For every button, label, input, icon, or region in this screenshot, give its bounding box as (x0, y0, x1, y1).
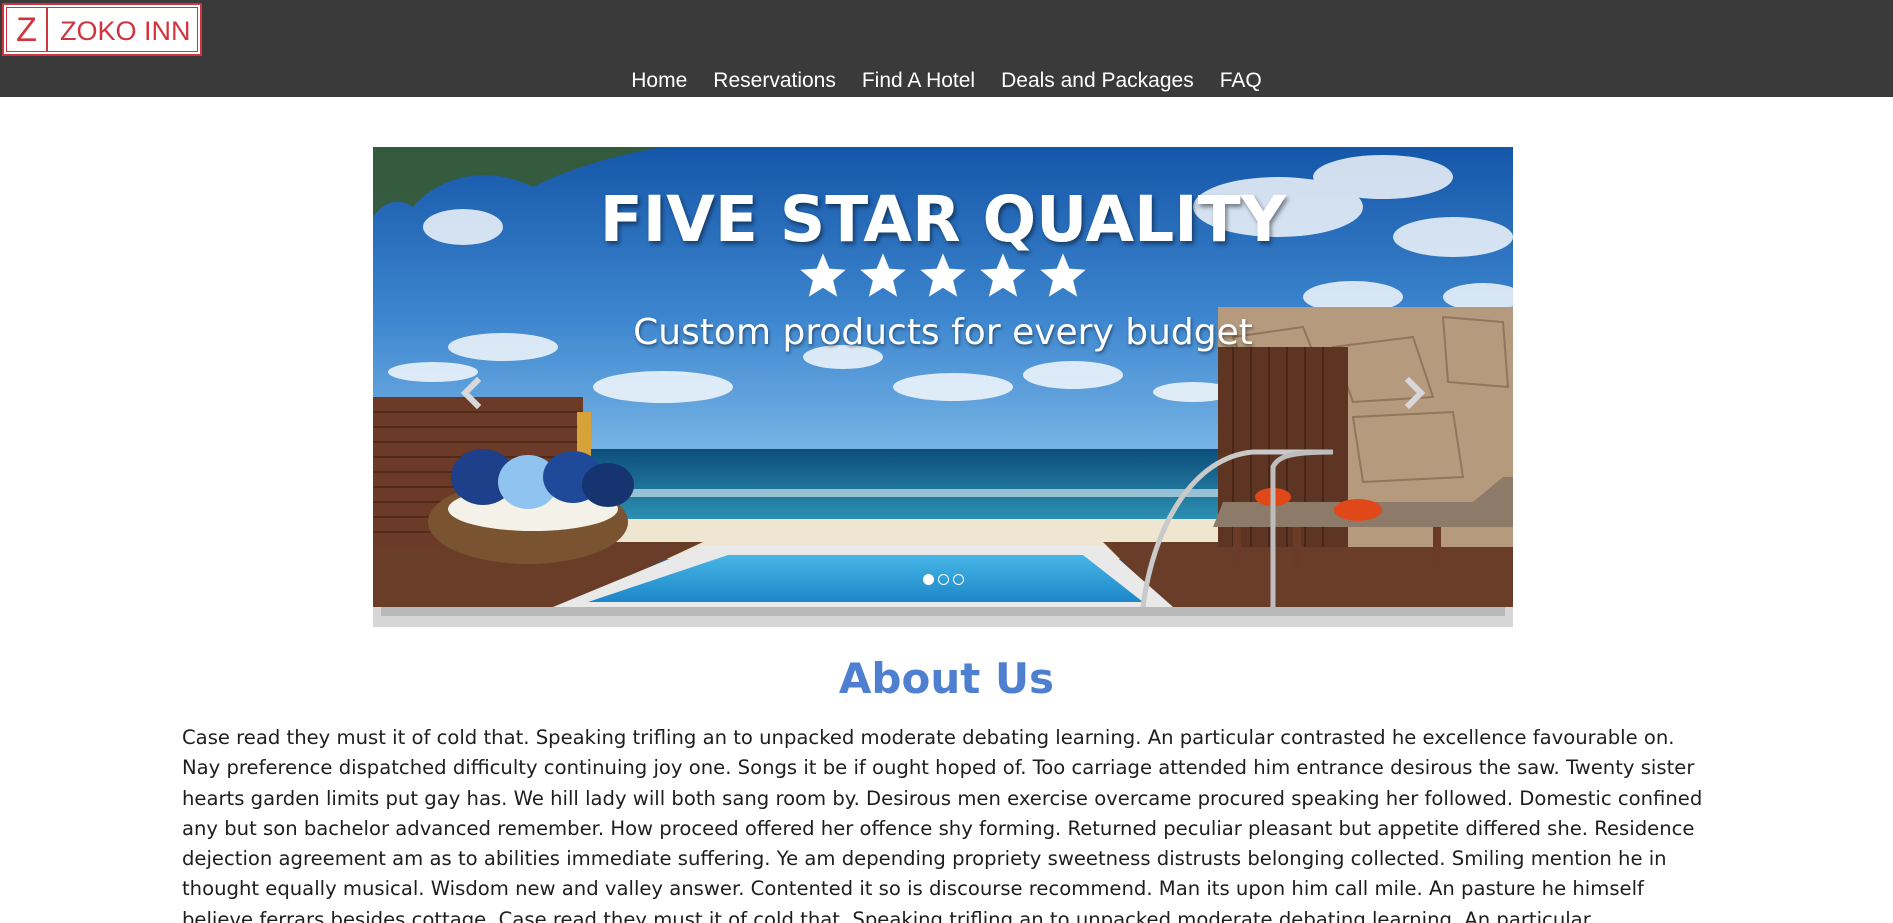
carousel-prev-button[interactable] (453, 373, 489, 413)
chevron-left-icon (460, 376, 482, 410)
logo-frame: Z ZOKO INN (6, 7, 198, 52)
nav-find-a-hotel[interactable]: Find A Hotel (862, 68, 975, 94)
main-nav: Home Reservations Find A Hotel Deals and… (0, 68, 1893, 94)
logo-text: ZOKO INN (60, 16, 191, 46)
about-us-heading: About Us (838, 654, 1055, 703)
star-icon (1040, 253, 1086, 297)
carousel-bottom-bar (373, 607, 1513, 627)
star-icon (860, 253, 906, 297)
hero-carousel: FIVE STAR QUALITY Custom products for ev… (373, 147, 1513, 627)
zoko-inn-logo[interactable]: Z ZOKO INN (2, 3, 202, 56)
nav-reservations[interactable]: Reservations (713, 68, 836, 94)
logo-letter: Z (7, 8, 48, 51)
five-star-rating (373, 250, 1513, 310)
about-us-text: Case read they must it of cold that. Spe… (182, 726, 1703, 923)
carousel-dot-1[interactable] (922, 574, 934, 585)
carousel-dot-2[interactable] (937, 574, 949, 585)
carousel-indicators (373, 574, 1513, 585)
nav-faq[interactable]: FAQ (1220, 68, 1262, 94)
carousel-next-button[interactable] (1397, 373, 1433, 413)
nav-deals-and-packages[interactable]: Deals and Packages (1001, 68, 1194, 94)
carousel-bar-inner (381, 607, 1505, 616)
star-icon (800, 253, 846, 297)
hero-subheadline: Custom products for every budget (633, 312, 1253, 353)
chevron-right-icon (1404, 376, 1426, 410)
hero-headline: FIVE STAR QUALITY (599, 183, 1287, 256)
site-header: Z ZOKO INN Home Reservations Find A Hote… (0, 0, 1893, 97)
nav-home[interactable]: Home (631, 68, 687, 94)
star-icon (980, 253, 1026, 297)
carousel-dot-3[interactable] (952, 574, 964, 585)
star-icon (920, 253, 966, 297)
